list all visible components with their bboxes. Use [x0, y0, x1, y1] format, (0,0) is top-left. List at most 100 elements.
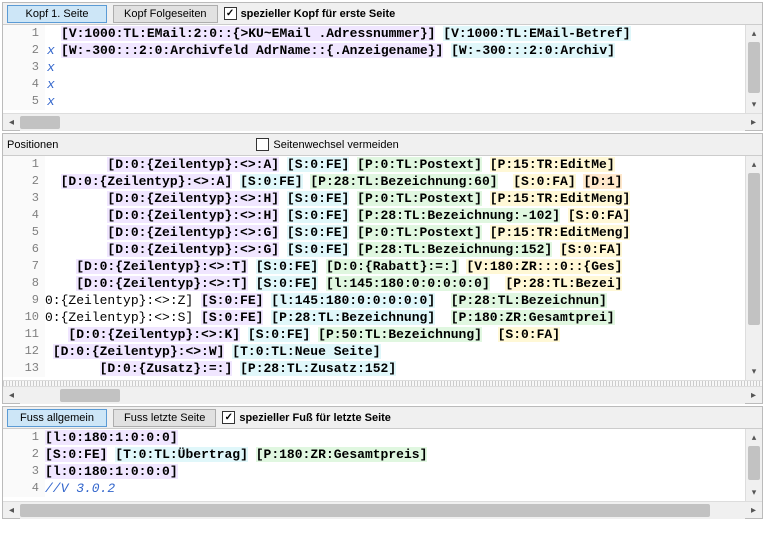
code-line[interactable]: 13 [D:0:{Zusatz}:=:] [P:28:TL:Zusatz:152… — [3, 360, 762, 377]
positions-section: Positionen Seitenwechsel vermeiden 1 [D:… — [2, 133, 763, 404]
checkbox-seitenwechsel[interactable]: Seitenwechsel vermeiden — [256, 138, 398, 151]
vertical-scrollbar[interactable]: ▴ ▾ — [745, 156, 762, 380]
horizontal-scrollbar[interactable]: ◂ ▸ — [3, 501, 762, 518]
line-content[interactable]: [D:0:{Zeilentyp}:<>:T] [S:0:FE] [D:0:{Ra… — [45, 258, 762, 275]
scroll-down-icon[interactable]: ▾ — [746, 484, 762, 501]
code-line[interactable]: 2 [D:0:{Zeilentyp}:<>:A] [S:0:FE] [P:28:… — [3, 173, 762, 190]
line-number: 12 — [3, 343, 45, 360]
code-line[interactable]: 8 [D:0:{Zeilentyp}:<>:T] [S:0:FE] [l:145… — [3, 275, 762, 292]
tab-fuss-letzte-seite[interactable]: Fuss letzte Seite — [113, 409, 216, 427]
line-content[interactable]: [D:0:{Zeilentyp}:<>:H] [S:0:FE] [P:0:TL:… — [45, 190, 762, 207]
scroll-down-icon[interactable]: ▾ — [746, 96, 762, 113]
code-line[interactable]: 90:{Zeilentyp}:<>:Z] [S:0:FE] [l:145:180… — [3, 292, 762, 309]
footer-editor[interactable]: 1[l:0:180:1:0:0:0]2[S:0:FE] [T:0:TL:Über… — [3, 429, 762, 501]
line-content[interactable]: [W:-300:::2:0:Archivfeld AdrName::{.Anze… — [61, 42, 762, 59]
line-number: 2 — [3, 42, 45, 59]
scroll-right-icon[interactable]: ▸ — [745, 387, 762, 404]
checkbox-spezieller-kopf[interactable]: ✓ spezieller Kopf für erste Seite — [224, 7, 396, 20]
code-line[interactable]: 4//V 3.0.2 — [3, 480, 762, 497]
line-number: 13 — [3, 360, 45, 377]
line-content[interactable]: [l:0:180:1:0:0:0] — [45, 463, 762, 480]
checkbox-label: spezieller Fuß für letzte Seite — [239, 412, 391, 424]
checkbox-box-icon: ✓ — [222, 411, 235, 424]
code-line[interactable]: 3[l:0:180:1:0:0:0] — [3, 463, 762, 480]
line-number: 5 — [3, 224, 45, 241]
horizontal-scrollbar[interactable]: ◂ ▸ — [3, 113, 762, 130]
header-toolbar: Kopf 1. Seite Kopf Folgeseiten ✓ speziel… — [3, 3, 762, 25]
line-content[interactable]: [D:0:{Zeilentyp}:<>:T] [S:0:FE] [l:145:1… — [45, 275, 762, 292]
header-editor[interactable]: 1[V:1000:TL:EMail:2:0::{>KU~EMail .Adres… — [3, 25, 762, 113]
scroll-left-icon[interactable]: ◂ — [3, 387, 20, 404]
line-content[interactable]: [l:0:180:1:0:0:0] — [45, 429, 762, 446]
line-marker: x — [45, 59, 61, 76]
code-line[interactable]: 2x[W:-300:::2:0:Archivfeld AdrName::{.An… — [3, 42, 762, 59]
positions-toolbar: Positionen Seitenwechsel vermeiden — [3, 134, 762, 156]
line-content[interactable]: 0:{Zeilentyp}:<>:Z] [S:0:FE] [l:145:180:… — [45, 292, 762, 309]
line-content[interactable]: //V 3.0.2 — [45, 480, 762, 497]
code-line[interactable]: 1[l:0:180:1:0:0:0] — [3, 429, 762, 446]
code-line[interactable]: 1 [D:0:{Zeilentyp}:<>:A] [S:0:FE] [P:0:T… — [3, 156, 762, 173]
scroll-up-icon[interactable]: ▴ — [746, 429, 762, 446]
code-line[interactable]: 4x — [3, 76, 762, 93]
line-content[interactable]: [S:0:FE] [T:0:TL:Übertrag] [P:180:ZR:Ges… — [45, 446, 762, 463]
code-line[interactable]: 12 [D:0:{Zeilentyp}:<>:W] [T:0:TL:Neue S… — [3, 343, 762, 360]
footer-section: Fuss allgemein Fuss letzte Seite ✓ spezi… — [2, 406, 763, 519]
scroll-right-icon[interactable]: ▸ — [745, 502, 762, 519]
tab-kopf-folgeseiten[interactable]: Kopf Folgeseiten — [113, 5, 218, 23]
code-line[interactable]: 5 [D:0:{Zeilentyp}:<>:G] [S:0:FE] [P:0:T… — [3, 224, 762, 241]
tab-fuss-allgemein[interactable]: Fuss allgemein — [7, 409, 107, 427]
scroll-left-icon[interactable]: ◂ — [3, 502, 20, 519]
footer-toolbar: Fuss allgemein Fuss letzte Seite ✓ spezi… — [3, 407, 762, 429]
line-content[interactable]: [D:0:{Zusatz}:=:] [P:28:TL:Zusatz:152] — [45, 360, 762, 377]
code-line[interactable]: 2[S:0:FE] [T:0:TL:Übertrag] [P:180:ZR:Ge… — [3, 446, 762, 463]
line-content[interactable]: 0:{Zeilentyp}:<>:S] [S:0:FE] [P:28:TL:Be… — [45, 309, 762, 326]
scroll-up-icon[interactable]: ▴ — [746, 25, 762, 42]
code-line[interactable]: 100:{Zeilentyp}:<>:S] [S:0:FE] [P:28:TL:… — [3, 309, 762, 326]
vertical-scrollbar[interactable]: ▴ ▾ — [745, 429, 762, 501]
positions-label: Positionen — [7, 139, 64, 151]
line-number: 1 — [3, 429, 45, 446]
line-marker: x — [45, 76, 61, 93]
code-line[interactable]: 7 [D:0:{Zeilentyp}:<>:T] [S:0:FE] [D:0:{… — [3, 258, 762, 275]
checkbox-box-icon — [256, 138, 269, 151]
line-number: 3 — [3, 59, 45, 76]
checkbox-spezieller-fuss[interactable]: ✓ spezieller Fuß für letzte Seite — [222, 411, 391, 424]
line-content[interactable]: [D:0:{Zeilentyp}:<>:W] [T:0:TL:Neue Seit… — [45, 343, 762, 360]
line-content[interactable]: [D:0:{Zeilentyp}:<>:A] [S:0:FE] [P:0:TL:… — [45, 156, 762, 173]
line-content[interactable] — [61, 59, 762, 76]
line-number: 1 — [3, 156, 45, 173]
code-line[interactable]: 6 [D:0:{Zeilentyp}:<>:G] [S:0:FE] [P:28:… — [3, 241, 762, 258]
line-content[interactable]: [D:0:{Zeilentyp}:<>:A] [S:0:FE] [P:28:TL… — [45, 173, 762, 190]
code-line[interactable]: 3x — [3, 59, 762, 76]
line-content[interactable] — [61, 76, 762, 93]
code-line[interactable]: 5x — [3, 93, 762, 110]
line-number: 4 — [3, 76, 45, 93]
line-marker: x — [45, 93, 61, 110]
line-content[interactable] — [61, 93, 762, 110]
line-number: 6 — [3, 241, 45, 258]
code-line[interactable]: 11 [D:0:{Zeilentyp}:<>:K] [S:0:FE] [P:50… — [3, 326, 762, 343]
checkbox-label: spezieller Kopf für erste Seite — [241, 8, 396, 20]
line-number: 4 — [3, 207, 45, 224]
line-number: 3 — [3, 463, 45, 480]
line-number: 2 — [3, 446, 45, 463]
tab-kopf-erste-seite[interactable]: Kopf 1. Seite — [7, 5, 107, 23]
line-content[interactable]: [D:0:{Zeilentyp}:<>:G] [S:0:FE] [P:0:TL:… — [45, 224, 762, 241]
scroll-up-icon[interactable]: ▴ — [746, 156, 762, 173]
horizontal-scrollbar[interactable]: ◂ ▸ — [3, 386, 762, 403]
code-line[interactable]: 3 [D:0:{Zeilentyp}:<>:H] [S:0:FE] [P:0:T… — [3, 190, 762, 207]
checkbox-box-icon: ✓ — [224, 7, 237, 20]
scroll-down-icon[interactable]: ▾ — [746, 363, 762, 380]
line-number: 2 — [3, 173, 45, 190]
positions-editor[interactable]: 1 [D:0:{Zeilentyp}:<>:A] [S:0:FE] [P:0:T… — [3, 156, 762, 380]
line-content[interactable]: [D:0:{Zeilentyp}:<>:H] [S:0:FE] [P:28:TL… — [45, 207, 762, 224]
line-content[interactable]: [V:1000:TL:EMail:2:0::{>KU~EMail .Adress… — [61, 25, 762, 42]
scroll-right-icon[interactable]: ▸ — [745, 114, 762, 131]
scroll-left-icon[interactable]: ◂ — [3, 114, 20, 131]
vertical-scrollbar[interactable]: ▴ ▾ — [745, 25, 762, 113]
line-content[interactable]: [D:0:{Zeilentyp}:<>:G] [S:0:FE] [P:28:TL… — [45, 241, 762, 258]
line-content[interactable]: [D:0:{Zeilentyp}:<>:K] [S:0:FE] [P:50:TL… — [45, 326, 762, 343]
code-line[interactable]: 4 [D:0:{Zeilentyp}:<>:H] [S:0:FE] [P:28:… — [3, 207, 762, 224]
line-marker: x — [45, 42, 61, 59]
code-line[interactable]: 1[V:1000:TL:EMail:2:0::{>KU~EMail .Adres… — [3, 25, 762, 42]
